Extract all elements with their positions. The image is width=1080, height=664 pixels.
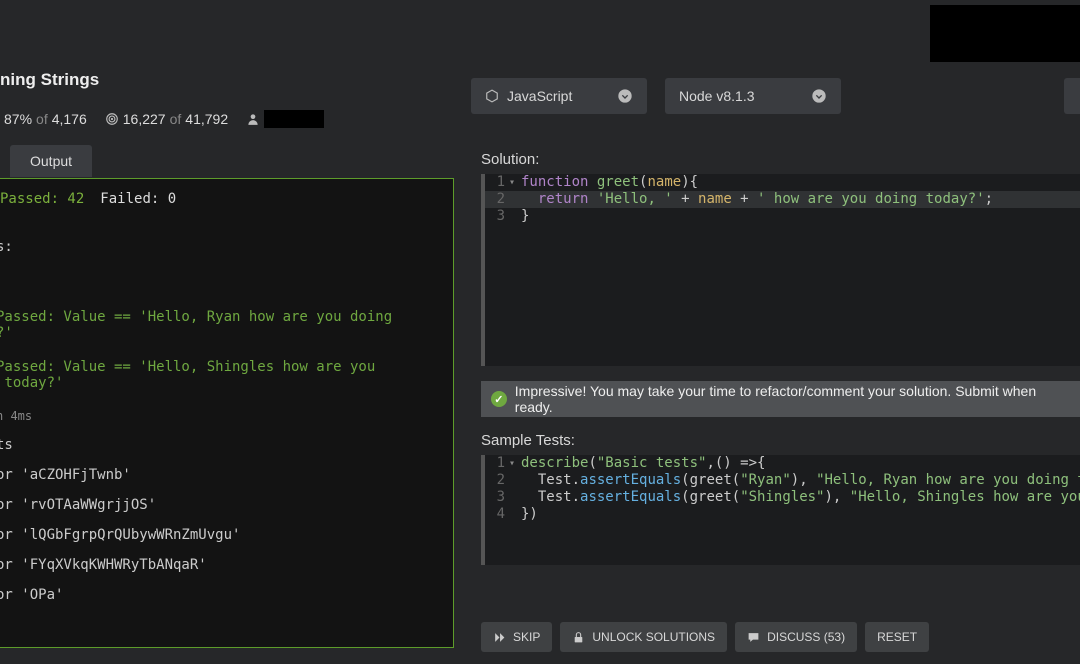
kata-title: ning Strings — [0, 70, 99, 90]
output-content: Passed: 42 Failed: 0 s: Passed: Value ==… — [0, 179, 453, 615]
lock-icon — [572, 631, 585, 644]
reset-button[interactable]: RESET — [865, 622, 929, 652]
language-label: JavaScript — [507, 88, 572, 104]
timing: n 4ms — [0, 409, 453, 423]
completed-stat: 16,227 of 41,792 — [105, 111, 228, 127]
target-icon — [105, 112, 119, 126]
check-icon: ✓ — [491, 391, 507, 407]
tab-output[interactable]: Output — [10, 145, 92, 177]
author-name — [264, 110, 324, 128]
author-stat[interactable] — [246, 110, 324, 128]
runtime-label: Node v8.1.3 — [679, 88, 755, 104]
tab-prev[interactable] — [0, 153, 10, 169]
user-icon — [246, 112, 260, 126]
output-panel[interactable]: Passed: 42 Failed: 0 s: Passed: Value ==… — [0, 178, 454, 648]
forward-icon — [493, 631, 506, 644]
success-banner: ✓ Impressive! You may take your time to … — [481, 381, 1080, 417]
satisfaction-stat: 87% of 4,176 — [0, 111, 87, 127]
list-item: or 'aCZOHFjTwnb' — [0, 467, 453, 483]
list-item: or 'FYqXVkqKWHWRyTbANqaR' — [0, 557, 453, 573]
collapse-button[interactable] — [1064, 78, 1080, 114]
passed-count: Passed: 42 — [0, 191, 84, 207]
solution-section: Solution: 1▾function greet(name){ 2 retu… — [481, 151, 1080, 417]
tabs: Output — [0, 145, 92, 177]
list-item: or 'rvOTAaWWgrjjOS' — [0, 497, 453, 513]
bottom-action-bar: SKIP UNLOCK SOLUTIONS DISCUSS (53) RESET — [481, 622, 1080, 652]
dropdowns: JavaScript Node v8.1.3 — [471, 78, 841, 114]
failed-count: Failed: 0 — [100, 191, 176, 207]
list-item: or 'lQGbFgrpQrQUbywWRnZmUvgu' — [0, 527, 453, 543]
chevron-down-icon — [617, 88, 633, 104]
output-heading: s: — [0, 239, 453, 255]
test-pass-2: Passed: Value == 'Hello, Shingles how ar… — [0, 359, 453, 391]
runtime-dropdown[interactable]: Node v8.1.3 — [665, 78, 841, 114]
random-tests-heading: ts — [0, 437, 453, 453]
skip-button[interactable]: SKIP — [481, 622, 552, 652]
language-dropdown[interactable]: JavaScript — [471, 78, 647, 114]
discuss-button[interactable]: DISCUSS (53) — [735, 622, 857, 652]
solution-editor[interactable]: 1▾function greet(name){ 2 return 'Hello,… — [481, 174, 1080, 366]
chevron-down-icon — [811, 88, 827, 104]
banner-text: Impressive! You may take your time to re… — [515, 383, 1070, 415]
top-right-black-box — [930, 5, 1080, 62]
tests-label: Sample Tests: — [481, 432, 1080, 449]
comment-icon — [747, 631, 760, 644]
test-pass-1: Passed: Value == 'Hello, Ryan how are yo… — [0, 309, 453, 341]
tests-section: Sample Tests: 1▾describe("Basic tests",(… — [481, 432, 1080, 565]
solution-label: Solution: — [481, 151, 1080, 168]
tests-editor[interactable]: 1▾describe("Basic tests",() =>{ 2 Test.a… — [481, 455, 1080, 565]
kata-stats: 87% of 4,176 16,227 of 41,792 — [0, 110, 324, 128]
js-icon — [485, 89, 499, 103]
unlock-button[interactable]: UNLOCK SOLUTIONS — [560, 622, 727, 652]
list-item: or 'OPa' — [0, 587, 453, 603]
